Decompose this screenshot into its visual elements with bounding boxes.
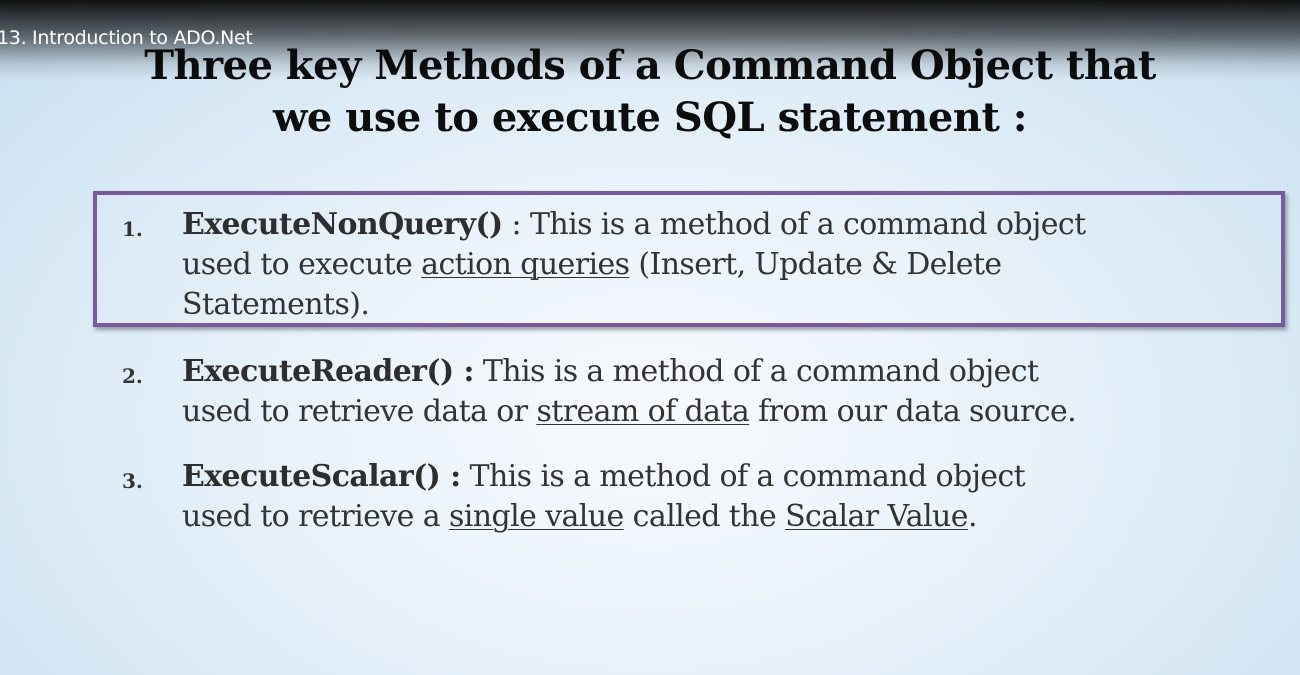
underlined-term: action queries [421,247,630,282]
item-description: : This is a method of a command object [502,207,1086,242]
item-line-2: used to retrieve data or stream of data … [182,392,1182,432]
item-text: ExecuteNonQuery() : This is a method of … [182,205,1182,325]
underlined-term: single value [448,499,624,534]
method-name: ExecuteNonQuery() [182,207,503,242]
item-text-segment: used to execute [182,247,422,282]
item-text-segment: used to retrieve a [182,499,449,534]
item-text-segment: . [967,499,978,534]
item-line-1: ExecuteNonQuery() : This is a method of … [182,205,1182,245]
slide-title: Three key Methods of a Command Object th… [0,40,1300,144]
item-number: 3. [122,469,143,493]
item-line-2: used to execute action queries (Insert, … [182,245,1182,285]
underlined-term: Scalar Value [785,499,968,534]
item-line-1: ExecuteScalar() : This is a method of a … [182,457,1182,497]
item-text-segment: called the [623,499,786,534]
item-description: This is a method of a command object [473,354,1039,389]
item-line-2: used to retrieve a single value called t… [182,497,1182,537]
item-line-3: Statements). [182,287,370,322]
item-description: This is a method of a command object [460,459,1026,494]
slide-title-line-2: we use to execute SQL statement : [272,94,1028,141]
item-text: ExecuteReader() : This is a method of a … [182,352,1182,432]
item-number: 2. [122,364,143,388]
item-text-segment: used to retrieve data or [182,394,537,429]
item-line-1: ExecuteReader() : This is a method of a … [182,352,1182,392]
item-number: 1. [122,217,143,241]
method-name: ExecuteScalar() : [182,459,461,494]
item-text: ExecuteScalar() : This is a method of a … [182,457,1182,537]
item-text-segment: from our data source. [749,394,1077,429]
item-text-segment: (Insert, Update & Delete [629,247,1002,282]
underlined-term: stream of data [536,394,750,429]
video-title[interactable]: 13. Introduction to ADO.Net [0,27,253,49]
method-name: ExecuteReader() : [182,354,475,389]
